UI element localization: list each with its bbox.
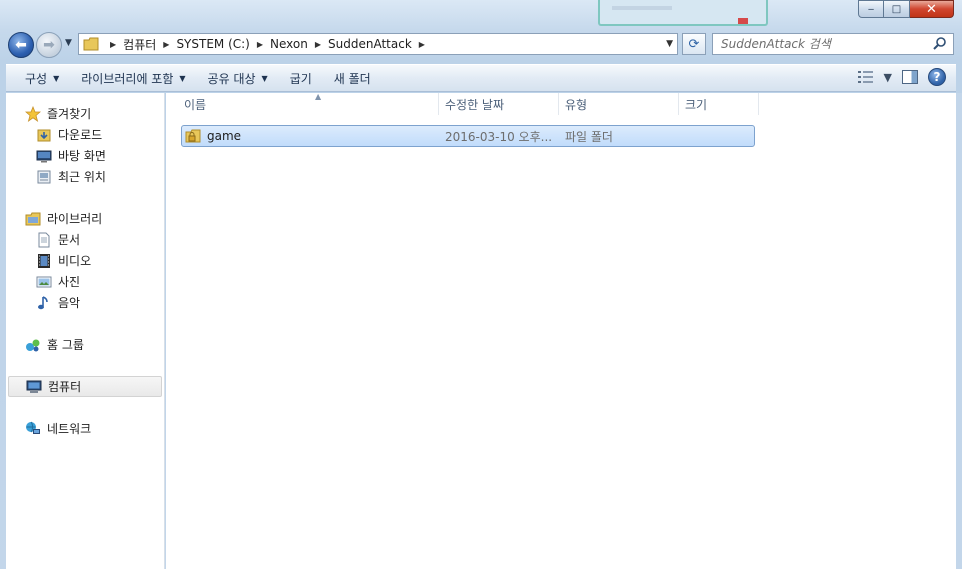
address-row: ⬅ ➡ ▼ ▶ 컴퓨터 ▶ SYSTEM (C:) ▶ Nexon ▶ SuddenA… <box>8 30 958 58</box>
nav-network[interactable]: 네트워크 <box>6 418 164 439</box>
nav-computer[interactable]: 컴퓨터 <box>8 376 162 397</box>
nav-item-downloads[interactable]: 다운로드 <box>6 124 164 145</box>
window-border <box>956 93 962 569</box>
downloads-folder-icon <box>37 129 51 141</box>
locked-folder-icon <box>185 129 201 143</box>
nav-libraries[interactable]: 라이브러리 <box>6 208 164 229</box>
burn-button[interactable]: 굽기 <box>279 67 323 89</box>
help-button[interactable]: ? <box>928 68 946 86</box>
nav-homegroup[interactable]: 홈 그룹 <box>6 334 164 355</box>
breadcrumb: 컴퓨터 ▶ SYSTEM (C:) ▶ Nexon ▶ SuddenAttack ▶ <box>123 36 432 53</box>
nav-item-recent-places[interactable]: 최근 위치 <box>6 166 164 187</box>
breadcrumb-separator[interactable]: ▶ <box>419 40 425 49</box>
caption-buttons: ‒ □ ✕ <box>858 0 954 19</box>
documents-icon <box>38 232 50 247</box>
breadcrumb-separator[interactable]: ▶ <box>110 40 116 49</box>
command-bar: 구성 ▼ 라이브러리에 포함 ▼ 공유 대상 ▼ 굽기 새 폴더 ▼ ? <box>6 64 956 92</box>
explorer-window: ‒ □ ✕ ⬅ ➡ ▼ ▶ 컴퓨터 ▶ SYSTEM (C:) ▶ Nexon ▶ S… <box>0 0 962 569</box>
column-header-size[interactable]: 크기 <box>679 93 759 115</box>
breadcrumb-drive[interactable]: SYSTEM (C:) <box>176 37 249 51</box>
computer-icon <box>26 380 42 393</box>
chevron-down-icon: ▼ <box>883 70 892 84</box>
address-history-dropdown[interactable]: ▼ <box>666 39 673 49</box>
background-window-fragment <box>598 0 768 26</box>
column-header-date-modified[interactable]: 수정한 날짜 <box>439 93 559 115</box>
back-button[interactable]: ⬅ <box>8 32 34 58</box>
music-icon <box>38 295 48 309</box>
view-details-icon <box>857 71 873 83</box>
preview-pane-button[interactable] <box>902 70 918 84</box>
desktop-icon <box>36 150 52 162</box>
recent-places-icon <box>37 170 51 183</box>
breadcrumb-suddenattack[interactable]: SuddenAttack <box>328 37 412 51</box>
nav-item-desktop[interactable]: 바탕 화면 <box>6 145 164 166</box>
command-bar-right: ▼ ? <box>857 68 946 86</box>
column-header-name[interactable]: 이름 ▲ <box>178 92 439 115</box>
breadcrumb-computer[interactable]: 컴퓨터 <box>123 36 156 53</box>
chevron-down-icon: ▼ <box>179 73 186 83</box>
network-icon <box>26 421 40 434</box>
search-box[interactable] <box>712 33 954 55</box>
libraries-group: 라이브러리 문서 비디오 사진 음악 <box>6 208 164 313</box>
address-bar[interactable]: ▶ 컴퓨터 ▶ SYSTEM (C:) ▶ Nexon ▶ SuddenAttack ▶… <box>78 33 678 55</box>
file-type: 파일 폴더 <box>565 129 613 144</box>
sort-ascending-icon: ▲ <box>315 92 322 101</box>
forward-button[interactable]: ➡ <box>36 32 62 58</box>
refresh-icon: ⟳ <box>688 36 700 52</box>
share-with-menu[interactable]: 공유 대상 ▼ <box>197 67 279 89</box>
homegroup-icon <box>26 339 40 351</box>
include-in-library-menu[interactable]: 라이브러리에 포함 ▼ <box>70 67 196 89</box>
maximize-button[interactable]: □ <box>884 0 910 18</box>
videos-icon <box>38 253 50 268</box>
breadcrumb-separator[interactable]: ▶ <box>257 40 263 49</box>
window-title <box>40 0 480 8</box>
close-button[interactable]: ✕ <box>910 0 954 18</box>
minimize-button[interactable]: ‒ <box>858 0 884 18</box>
file-date-modified: 2016-03-10 오후... <box>445 129 553 144</box>
organize-menu[interactable]: 구성 ▼ <box>14 67 70 89</box>
chevron-down-icon: ▼ <box>53 73 60 83</box>
pictures-icon <box>36 276 52 287</box>
column-header-type[interactable]: 유형 <box>559 93 679 115</box>
file-row[interactable]: game 2016-03-10 오후... 파일 폴더 <box>181 125 755 147</box>
forward-arrow-icon: ➡ <box>43 37 55 53</box>
search-icon <box>933 37 946 50</box>
nav-item-videos[interactable]: 비디오 <box>6 250 164 271</box>
nav-favorites[interactable]: 즐겨찾기 <box>6 103 164 124</box>
star-icon <box>25 105 41 122</box>
file-name: game <box>207 129 242 143</box>
breadcrumb-separator[interactable]: ▶ <box>163 40 169 49</box>
breadcrumb-separator[interactable]: ▶ <box>315 40 321 49</box>
nav-item-music[interactable]: 음악 <box>6 292 164 313</box>
library-icon <box>25 212 41 225</box>
favorites-group: 즐겨찾기 다운로드 바탕 화면 최근 위치 <box>6 103 164 187</box>
breadcrumb-nexon[interactable]: Nexon <box>270 37 308 51</box>
change-view-button[interactable]: ▼ <box>857 70 892 84</box>
chevron-down-icon: ▼ <box>261 73 268 83</box>
new-folder-button[interactable]: 새 폴더 <box>323 67 382 89</box>
nav-item-pictures[interactable]: 사진 <box>6 271 164 292</box>
navigation-pane: 즐겨찾기 다운로드 바탕 화면 최근 위치 라이브러리 문서 비디오 사진 음악… <box>6 93 165 569</box>
recent-pages-dropdown[interactable]: ▼ <box>65 38 72 48</box>
search-input[interactable] <box>721 37 921 51</box>
column-headers: 이름 ▲ 수정한 날짜 유형 크기 <box>178 92 759 115</box>
file-list: 이름 ▲ 수정한 날짜 유형 크기 game 2016-03-10 오후... … <box>166 92 956 569</box>
nav-item-documents[interactable]: 문서 <box>6 229 164 250</box>
back-arrow-icon: ⬅ <box>15 37 27 53</box>
refresh-button[interactable]: ⟳ <box>682 33 706 55</box>
folder-icon <box>83 37 99 51</box>
